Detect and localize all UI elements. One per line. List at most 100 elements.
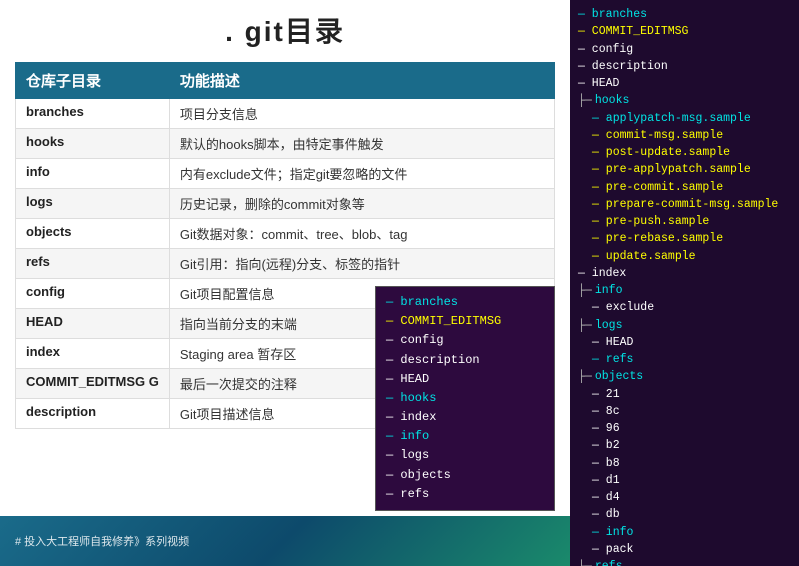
overlay-terminal-item: — info [386,427,544,446]
table-cell-name: logs [16,189,170,219]
table-row: logs历史记录，删除的commit对象等 [16,189,555,219]
terminal-text: — update.sample [592,248,696,265]
terminal-line: — info [578,524,791,541]
table-cell-desc: Git引用：指向(远程)分支、标签的指针 [169,249,554,279]
terminal-line: — post-update.sample [578,144,791,161]
terminal-text: refs [595,558,623,566]
terminal-text: — applypatch-msg.sample [592,110,751,127]
terminal-text: — pack [592,541,633,558]
terminal-text: hooks [595,92,630,109]
table-cell-desc: 项目分支信息 [169,99,554,129]
terminal-text: — refs [592,351,633,368]
table-row: info内有exclude文件；指定git要忽略的文件 [16,159,555,189]
table-cell-desc: 默认的hooks脚本，由特定事件触发 [169,129,554,159]
terminal-line: — exclude [578,299,791,316]
bottom-bar-text: # 投入大工程师自我修养》系列视频 [15,533,189,549]
terminal-text: — info [592,524,633,541]
terminal-text: — db [592,506,620,523]
table-row: objectsGit数据对象：commit、tree、blob、tag [16,219,555,249]
page-title: . git目录 [15,10,555,50]
table-cell-name: info [16,159,170,189]
terminal-text: — description [578,58,668,75]
terminal-line: ├─ logs [578,317,791,334]
terminal-text: — 96 [592,420,620,437]
terminal-text: — 8c [592,403,620,420]
terminal-text: — config [578,41,633,58]
terminal-line: — pre-rebase.sample [578,230,791,247]
table-cell-name: objects [16,219,170,249]
terminal-line: — config [578,41,791,58]
terminal-text: — pre-applypatch.sample [592,161,751,178]
table-cell-name: config [16,279,170,309]
terminal-text: — 21 [592,386,620,403]
overlay-terminal-item: — logs [386,446,544,465]
terminal-line: — index [578,265,791,282]
terminal-text: — d1 [592,472,620,489]
terminal-text: — branches [578,6,647,23]
overlay-terminal-item: — index [386,408,544,427]
terminal-line: ├─ objects [578,368,791,385]
terminal-line: — pre-commit.sample [578,179,791,196]
table-cell-name: description [16,399,170,429]
terminal-text: — exclude [592,299,654,316]
terminal-line: — b2 [578,437,791,454]
table-cell-name: index [16,339,170,369]
overlay-terminal-item: — COMMIT_EDITMSG [386,312,544,331]
terminal-text: — index [578,265,626,282]
bottom-bar: # 投入大工程师自我修养》系列视频 [0,516,570,566]
terminal-line: — 8c [578,403,791,420]
table-cell-name: branches [16,99,170,129]
terminal-line: — commit-msg.sample [578,127,791,144]
terminal-line: ├─ refs [578,558,791,566]
terminal-text: objects [595,368,643,385]
terminal-text: — pre-push.sample [592,213,709,230]
terminal-text: — prepare-commit-msg.sample [592,196,778,213]
terminal-line: — 96 [578,420,791,437]
terminal-line: — branches [578,6,791,23]
overlay-terminal-item: — hooks [386,389,544,408]
overlay-terminal-item: — HEAD [386,370,544,389]
col1-header: 仓库子目录 [16,63,170,99]
overlay-terminal-item: — description [386,351,544,370]
terminal-line: ├─ hooks [578,92,791,109]
table-row: hooks默认的hooks脚本，由特定事件触发 [16,129,555,159]
terminal-line: — HEAD [578,75,791,92]
table-cell-desc: 内有exclude文件；指定git要忽略的文件 [169,159,554,189]
table-cell-name: hooks [16,129,170,159]
terminal-text: — COMMIT_EDITMSG [578,23,688,40]
terminal-line: — applypatch-msg.sample [578,110,791,127]
terminal-text: — pre-commit.sample [592,179,723,196]
overlay-terminal-item: — config [386,331,544,350]
terminal-text: — b8 [592,455,620,472]
table-header-row: 仓库子目录 功能描述 [16,63,555,99]
terminal-line: — db [578,506,791,523]
overlay-terminal-item: — objects [386,466,544,485]
terminal-line: — update.sample [578,248,791,265]
terminal-text: info [595,282,623,299]
title-suffix: 目录 [285,16,345,47]
overlay-terminal-item: — refs [386,485,544,504]
terminal-line: — b8 [578,455,791,472]
col2-header: 功能描述 [169,63,554,99]
terminal-line: — COMMIT_EDITMSG [578,23,791,40]
terminal-text: — commit-msg.sample [592,127,723,144]
terminal-line: — pre-applypatch.sample [578,161,791,178]
terminal-line: — pack [578,541,791,558]
terminal-text: — HEAD [578,75,619,92]
terminal-line: — 21 [578,386,791,403]
title-prefix: . git [225,16,285,47]
left-panel: . git目录 仓库子目录 功能描述 branches项目分支信息hooks默认… [0,0,570,566]
terminal-text: logs [595,317,623,334]
terminal-line: — HEAD [578,334,791,351]
terminal-text: — HEAD [592,334,633,351]
table-row: refsGit引用：指向(远程)分支、标签的指针 [16,249,555,279]
overlay-terminal-item: — branches [386,293,544,312]
terminal-text: — d4 [592,489,620,506]
right-terminal-panel: — branches— COMMIT_EDITMSG— config— desc… [570,0,799,566]
overlay-terminal: — branches— COMMIT_EDITMSG— config— desc… [375,286,555,511]
terminal-line: — description [578,58,791,75]
table-cell-name: HEAD [16,309,170,339]
table-cell-desc: 历史记录，删除的commit对象等 [169,189,554,219]
terminal-line: — d4 [578,489,791,506]
terminal-line: — d1 [578,472,791,489]
